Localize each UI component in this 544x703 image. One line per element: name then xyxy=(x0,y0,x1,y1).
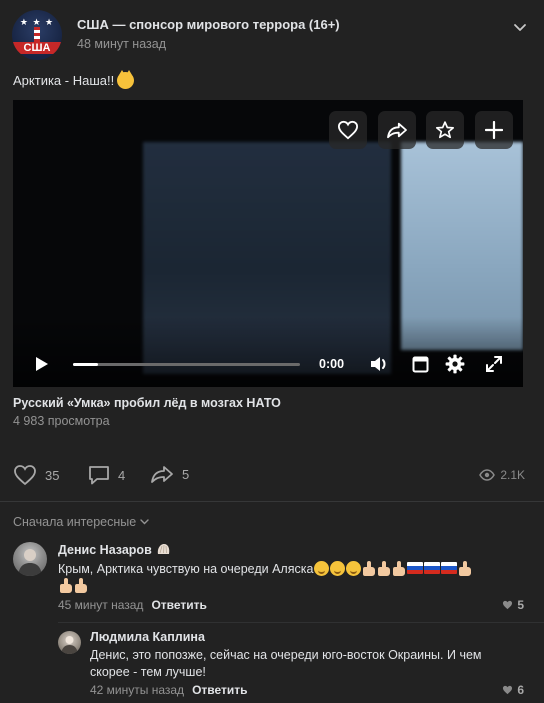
wink-emoji-icon xyxy=(346,561,362,576)
person-silhouette-icon xyxy=(18,549,42,576)
comment-text-content: Крым, Арктика чувствую на очереди Аляска xyxy=(58,562,314,576)
reply-like-button[interactable]: 6 xyxy=(502,683,524,697)
play-button[interactable] xyxy=(33,355,51,373)
comments-sort-label: Сначала интересные xyxy=(13,515,137,529)
share-button[interactable]: 5 xyxy=(150,464,189,484)
fullscreen-icon xyxy=(486,356,502,372)
heart-filled-icon xyxy=(503,685,513,695)
video-progress-bar[interactable] xyxy=(73,363,300,366)
pip-button[interactable] xyxy=(410,354,430,374)
thumbs-up-emoji-icon xyxy=(74,578,88,593)
divider xyxy=(0,501,544,502)
russia-flag-emoji-icon xyxy=(424,562,441,574)
post-time[interactable]: 48 минут назад xyxy=(77,37,166,51)
video-time: 0:00 xyxy=(319,357,345,371)
volume-button[interactable] xyxy=(369,354,391,374)
comment-button[interactable]: 4 xyxy=(88,464,125,486)
wink-emoji-icon xyxy=(314,561,330,576)
comment-count: 4 xyxy=(118,467,126,483)
russia-flag-emoji-icon xyxy=(441,562,458,574)
comment-like-count: 5 xyxy=(517,598,524,612)
settings-button[interactable] xyxy=(444,353,466,375)
like-count: 35 xyxy=(45,467,60,483)
thumbs-up-emoji-icon xyxy=(392,561,406,576)
window-icon xyxy=(412,356,428,372)
post-text-content: Арктика - Наша!! xyxy=(13,73,115,88)
post-actions-bar: 35 4 5 2.1K xyxy=(13,464,525,488)
gear-icon xyxy=(445,354,465,374)
post-header: ★ ★ ★ США США — спонсор мирового террора… xyxy=(12,10,532,60)
video-views: 4 983 просмотра xyxy=(13,414,110,428)
chevron-down-icon xyxy=(140,519,149,525)
views-count-value: 2.1K xyxy=(500,468,525,482)
views-counter: 2.1K xyxy=(479,468,525,482)
share-count: 5 xyxy=(182,466,190,482)
cat-face-emoji-icon xyxy=(117,70,135,89)
shell-emoji-icon xyxy=(158,544,170,554)
share-arrow-icon xyxy=(151,466,173,483)
reply-meta: 42 минуты назад Ответить xyxy=(90,683,248,697)
reply-text: Денис, это попозже, сейчас на очереди юг… xyxy=(90,647,530,681)
video-like-button[interactable] xyxy=(329,111,367,149)
comment-like-button[interactable]: 5 xyxy=(502,598,524,612)
video-title-link[interactable]: Русский «Умка» пробил лёд в мозгах НАТО xyxy=(13,396,281,410)
thumbs-up-emoji-icon xyxy=(377,561,391,576)
person-silhouette-icon xyxy=(61,636,78,654)
reply-time[interactable]: 42 минуты назад xyxy=(90,683,184,697)
wink-emoji-icon xyxy=(330,561,346,576)
video-player[interactable]: 0:00 xyxy=(13,100,523,387)
chevron-down-icon[interactable] xyxy=(512,19,528,35)
reply-button[interactable]: Ответить xyxy=(192,683,247,697)
thumbs-up-emoji-icon xyxy=(458,561,472,576)
play-icon xyxy=(36,357,48,371)
group-name-link[interactable]: США — спонсор мирового террора (16+) xyxy=(77,17,340,32)
video-progress-fill xyxy=(73,363,98,366)
comment-meta: 45 минут назад Ответить xyxy=(58,598,207,612)
comment-author-name: Денис Назаров xyxy=(58,543,152,557)
comment-bubble-icon xyxy=(89,466,109,485)
share-arrow-icon xyxy=(387,122,407,139)
plus-icon xyxy=(485,121,503,139)
russia-flag-emoji-icon xyxy=(407,562,424,574)
group-avatar[interactable]: ★ ★ ★ США xyxy=(12,10,62,60)
thumbs-up-emoji-icon xyxy=(362,561,376,576)
star-icon xyxy=(436,121,454,139)
reply-text-line1: Денис, это попозже, сейчас на очереди юг… xyxy=(90,648,482,662)
comments-sort-dropdown[interactable]: Сначала интересные xyxy=(13,515,149,529)
heart-icon xyxy=(337,120,359,140)
reply-author-avatar[interactable] xyxy=(58,631,81,654)
reply-text-line2: скорее - тем лучше! xyxy=(90,665,206,679)
video-share-button[interactable] xyxy=(378,111,416,149)
reply-like-count: 6 xyxy=(517,683,524,697)
comment-item: Денис Назаров Крым, Арктика чувствую на … xyxy=(0,540,544,615)
post-text: Арктика - Наша!! xyxy=(13,70,135,89)
reply-author-link[interactable]: Людмила Каплина xyxy=(90,630,205,644)
comment-time[interactable]: 45 минут назад xyxy=(58,598,143,612)
volume-icon xyxy=(371,357,386,371)
comment-author-link[interactable]: Денис Назаров xyxy=(58,543,170,557)
fullscreen-button[interactable] xyxy=(484,354,504,374)
video-bookmark-button[interactable] xyxy=(426,111,464,149)
thumbs-up-emoji-icon xyxy=(59,578,73,593)
comment-text: Крым, Арктика чувствую на очереди Аляска xyxy=(58,561,528,595)
reply-divider xyxy=(58,622,544,623)
avatar-text: США xyxy=(12,42,62,54)
heart-filled-icon xyxy=(503,600,513,610)
like-button[interactable]: 35 xyxy=(13,464,59,486)
heart-icon xyxy=(14,465,36,486)
reply-button[interactable]: Ответить xyxy=(151,598,206,612)
commenter-avatar[interactable] xyxy=(13,542,47,576)
video-add-button[interactable] xyxy=(475,111,513,149)
reply-comment-item: Людмила Каплина Денис, это попозже, сейч… xyxy=(0,622,544,703)
eye-icon xyxy=(479,469,496,481)
video-controls: 0:00 xyxy=(13,341,523,387)
